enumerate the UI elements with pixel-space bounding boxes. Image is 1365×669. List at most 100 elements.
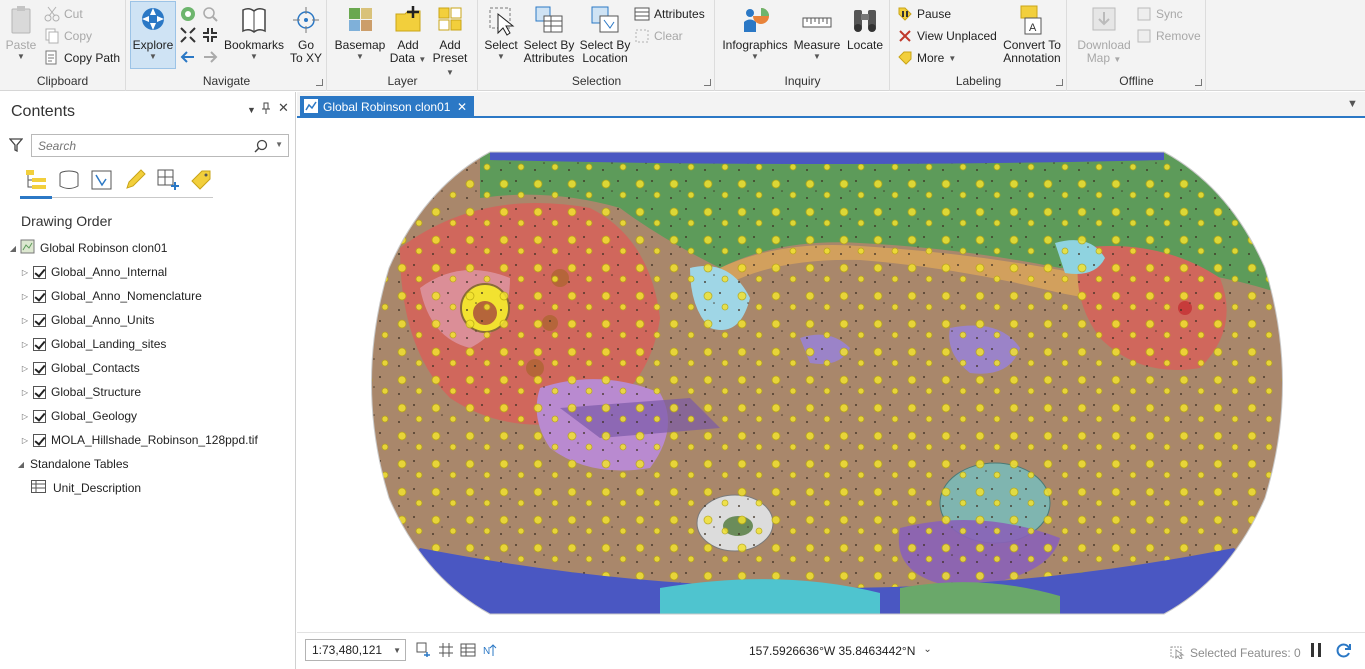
explore-dropdown-icon[interactable]: ▼ <box>131 52 175 61</box>
layer-visibility-checkbox[interactable] <box>33 313 46 327</box>
layer-row-global-contacts[interactable]: ▷ Global_Contacts <box>20 359 140 377</box>
add-data-button[interactable]: Add Data ▼ <box>388 2 428 66</box>
tab-list-icon[interactable]: ▼ <box>1347 98 1358 110</box>
scale-dropdown-icon[interactable]: ▼ <box>393 646 401 655</box>
expand-layer-icon[interactable]: ▷ <box>20 412 30 421</box>
map-tab[interactable]: Global Robinson clon01 ✕ <box>300 96 474 118</box>
copy-button[interactable]: Copy <box>44 26 92 46</box>
search-box[interactable]: ▼ <box>31 134 289 157</box>
attributes-button[interactable]: Attributes <box>634 4 705 24</box>
expand-layer-icon[interactable]: ▷ <box>20 340 30 349</box>
measure-button[interactable]: Measure ▼ <box>792 2 842 61</box>
layer-visibility-checkbox[interactable] <box>33 361 46 375</box>
expand-layer-icon[interactable]: ▷ <box>20 268 30 277</box>
back-arrow-icon[interactable] <box>180 49 196 65</box>
zoom-in-fixed-icon[interactable] <box>180 27 196 43</box>
grid-snapping-icon[interactable] <box>438 642 454 658</box>
navigate-launcher-icon[interactable] <box>316 79 323 86</box>
layer-visibility-checkbox[interactable] <box>33 385 46 399</box>
basemap-dropdown-icon[interactable]: ▼ <box>334 52 386 61</box>
standalone-tables-node[interactable]: ◢ Standalone Tables <box>16 455 129 473</box>
basemap-button[interactable]: Basemap ▼ <box>334 2 386 61</box>
layer-row-global-anno-nomenclature[interactable]: ▷ Global_Anno_Nomenclature <box>20 287 202 305</box>
search-options-icon[interactable]: ▼ <box>275 140 283 149</box>
select-by-attributes-button[interactable]: Select By Attributes <box>521 2 577 65</box>
layer-row-global-landing-sites[interactable]: ▷ Global_Landing_sites <box>20 335 167 353</box>
layer-visibility-checkbox[interactable] <box>33 409 46 423</box>
search-input[interactable] <box>32 135 242 156</box>
download-map-button[interactable]: Download Map ▼ <box>1074 2 1134 66</box>
scale-selector[interactable]: 1:73,480,121 ▼ <box>305 639 406 661</box>
expand-layer-icon[interactable]: ▷ <box>20 388 30 397</box>
bookmarks-button[interactable]: Bookmarks ▼ <box>223 2 285 61</box>
expand-layer-icon[interactable]: ▷ <box>20 436 30 445</box>
select-by-location-button[interactable]: Select By Location <box>578 2 632 65</box>
layer-visibility-checkbox[interactable] <box>33 289 46 303</box>
bookmarks-dropdown-icon[interactable]: ▼ <box>223 52 285 61</box>
list-by-drawing-order-icon[interactable] <box>24 168 48 192</box>
select-dropdown-icon[interactable]: ▼ <box>482 52 520 61</box>
select-button[interactable]: Select ▼ <box>482 2 520 61</box>
measure-dropdown-icon[interactable]: ▼ <box>792 52 842 61</box>
map-node[interactable]: ◢ Global Robinson clon01 <box>8 239 167 257</box>
view-unplaced-button[interactable]: View Unplaced <box>897 26 997 46</box>
clear-button[interactable]: Clear <box>634 26 683 46</box>
expand-layer-icon[interactable]: ▷ <box>20 316 30 325</box>
table-view-icon[interactable] <box>460 642 476 658</box>
forward-arrow-icon[interactable] <box>202 49 218 65</box>
table-row-unit-description[interactable]: Unit_Description <box>31 479 141 497</box>
fixed-zoom-icon[interactable] <box>416 642 432 658</box>
refresh-icon[interactable] <box>1335 642 1352 659</box>
collapse-tables-icon[interactable]: ◢ <box>16 460 26 469</box>
list-by-snapping-icon[interactable] <box>156 168 180 192</box>
locate-button[interactable]: Locate <box>844 2 886 52</box>
sync-button[interactable]: Sync <box>1136 4 1183 24</box>
zoom-fixed-icon[interactable] <box>202 6 218 22</box>
add-data-dropdown-icon[interactable]: ▼ <box>418 55 426 64</box>
pause-labeling-button[interactable]: Pause <box>897 4 951 24</box>
layer-row-mola-hillshade[interactable]: ▷ MOLA_Hillshade_Robinson_128ppd.tif <box>20 431 258 449</box>
paste-dropdown-icon[interactable]: ▼ <box>4 52 38 61</box>
download-dropdown-icon[interactable]: ▼ <box>1113 55 1121 64</box>
cut-button[interactable]: Cut <box>44 4 83 24</box>
filter-icon[interactable] <box>8 138 24 155</box>
more-dropdown-icon[interactable]: ▼ <box>948 54 956 63</box>
offline-launcher-icon[interactable] <box>1195 79 1202 86</box>
selected-features-indicator[interactable]: Selected Features: 0 <box>1170 644 1301 662</box>
goto-xy-button[interactable]: Go To XY <box>287 2 325 65</box>
convert-to-annotation-button[interactable]: A Convert To Annotation <box>999 2 1065 65</box>
expand-layer-icon[interactable]: ▷ <box>20 364 30 373</box>
map-canvas[interactable] <box>297 120 1365 632</box>
infographics-dropdown-icon[interactable]: ▼ <box>720 52 790 61</box>
layer-row-global-structure[interactable]: ▷ Global_Structure <box>20 383 141 401</box>
layer-row-global-anno-units[interactable]: ▷ Global_Anno_Units <box>20 311 154 329</box>
pane-menu-icon[interactable]: ▼ <box>247 105 256 115</box>
list-by-data-source-icon[interactable] <box>57 168 81 192</box>
layer-row-global-geology[interactable]: ▷ Global_Geology <box>20 407 137 425</box>
infographics-button[interactable]: Infographics ▼ <box>720 2 790 61</box>
full-extent-icon[interactable] <box>180 6 196 22</box>
layer-row-global-anno-internal[interactable]: ▷ Global_Anno_Internal <box>20 263 167 281</box>
zoom-out-fixed-icon[interactable] <box>202 27 218 43</box>
paste-button[interactable]: Paste ▼ <box>4 2 38 61</box>
search-icon[interactable] <box>254 139 268 156</box>
coordinate-readout[interactable]: 157.5926636°W 35.8463442°N ⌄ <box>749 644 932 658</box>
pin-icon[interactable] <box>261 102 271 117</box>
remove-button[interactable]: Remove <box>1136 26 1201 46</box>
layer-visibility-checkbox[interactable] <box>33 337 46 351</box>
more-labeling-button[interactable]: More ▼ <box>897 48 956 68</box>
collapse-map-icon[interactable]: ◢ <box>8 244 18 253</box>
explore-button[interactable]: Explore ▼ <box>130 1 176 69</box>
expand-layer-icon[interactable]: ▷ <box>20 292 30 301</box>
layer-visibility-checkbox[interactable] <box>33 433 46 447</box>
close-tab-icon[interactable]: ✕ <box>457 100 467 114</box>
layer-visibility-checkbox[interactable] <box>33 265 46 279</box>
close-pane-icon[interactable]: ✕ <box>278 100 289 116</box>
list-by-selection-icon[interactable] <box>90 168 114 192</box>
copy-path-button[interactable]: Copy Path <box>44 48 120 68</box>
selection-launcher-icon[interactable] <box>704 79 711 86</box>
list-by-labeling-icon[interactable] <box>189 168 213 192</box>
add-preset-button[interactable]: Add Preset ▼ <box>428 2 472 79</box>
pause-drawing-icon[interactable] <box>1309 642 1323 658</box>
list-by-editing-icon[interactable] <box>123 168 147 192</box>
